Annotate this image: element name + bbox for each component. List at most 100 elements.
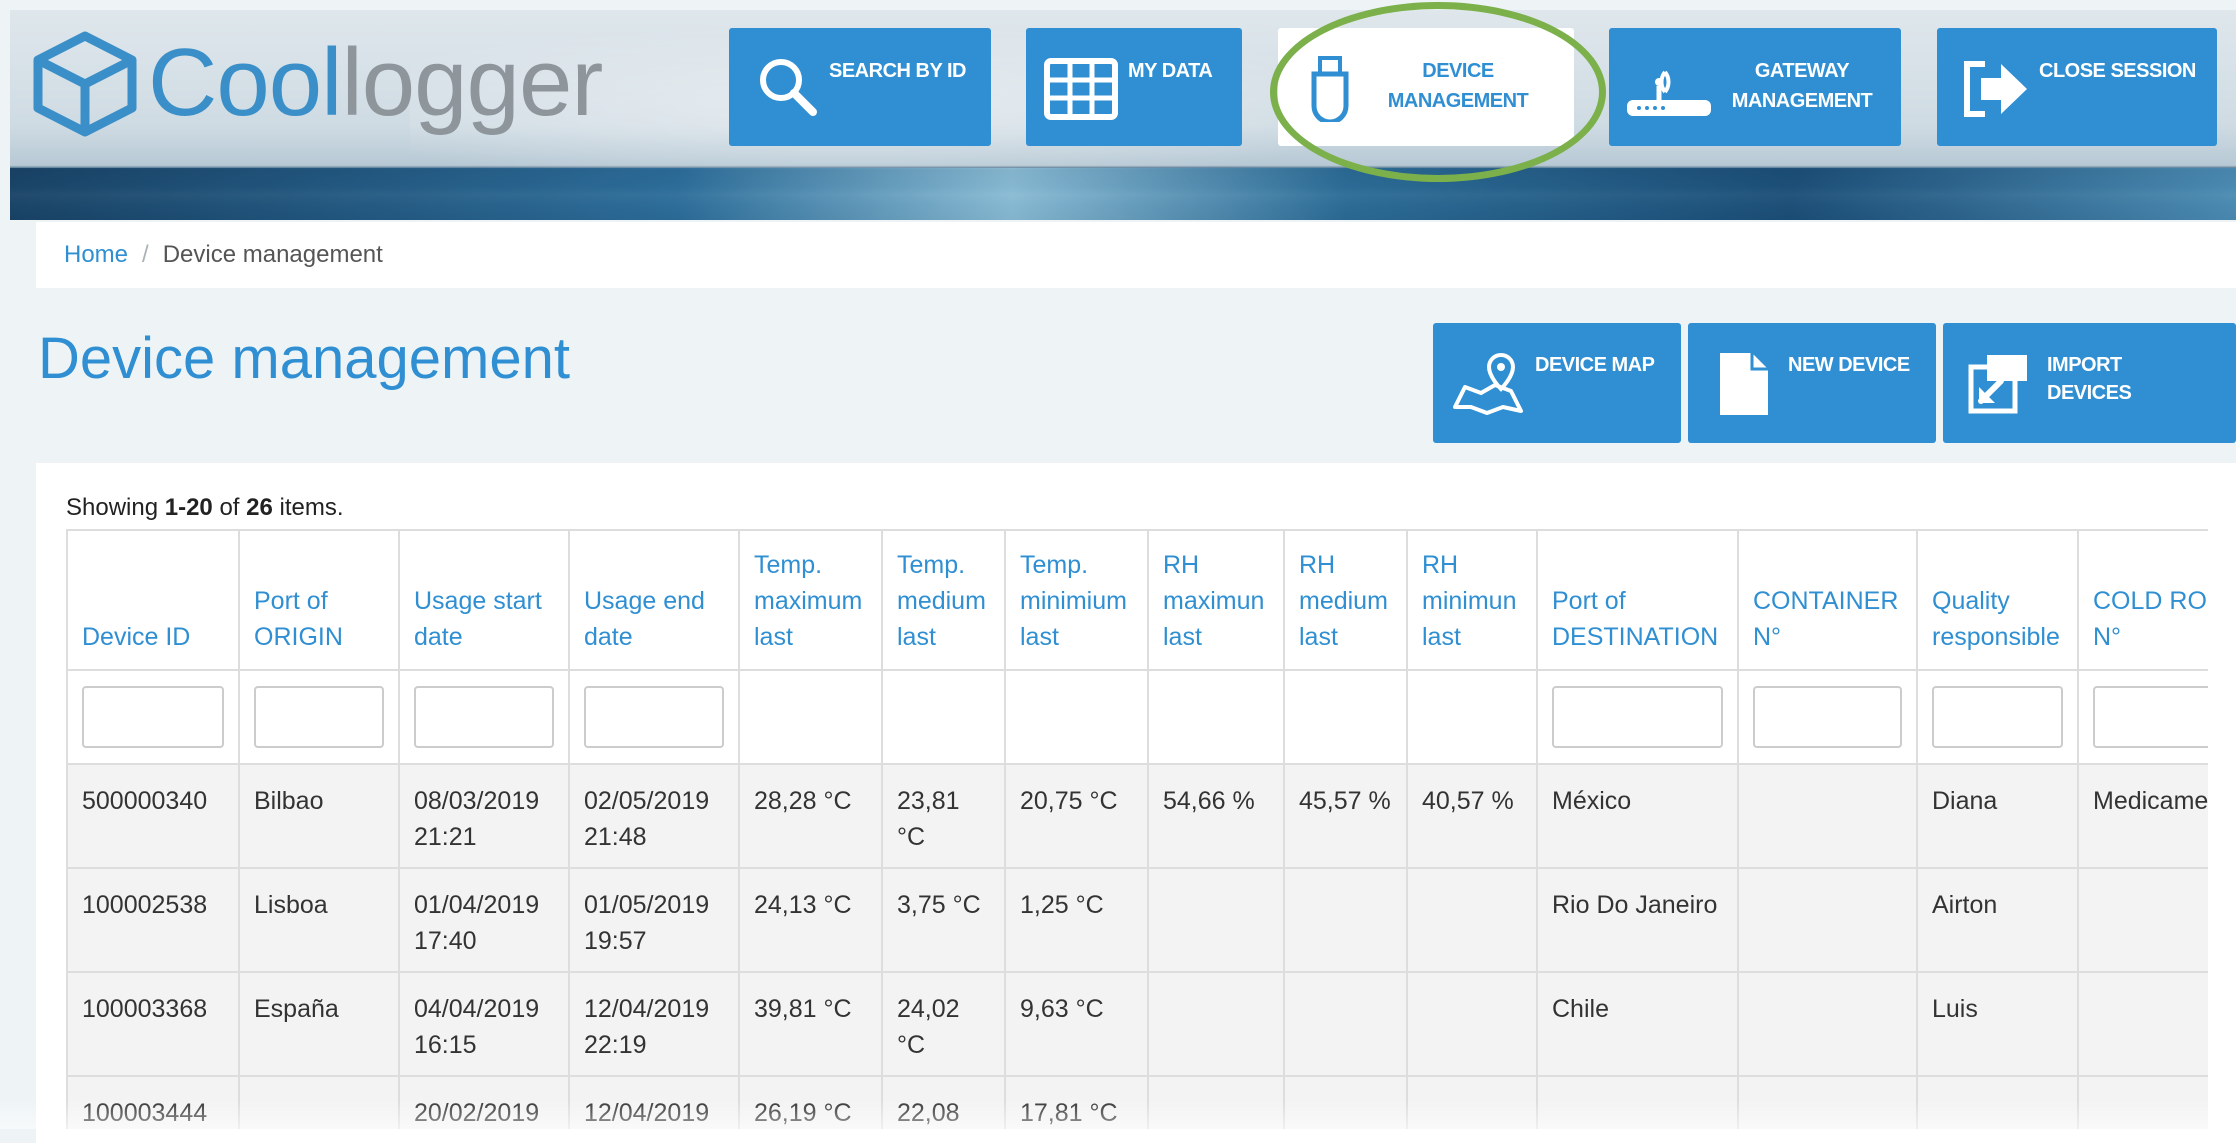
column-filter-input[interactable] bbox=[584, 686, 724, 748]
import-icon bbox=[1968, 355, 2027, 414]
column-header-line: last bbox=[1422, 623, 1461, 651]
nav-search-by-id-button[interactable]: SEARCH BY ID bbox=[729, 28, 991, 146]
filter-cell bbox=[1283, 669, 1408, 765]
column-header[interactable]: Usage end date bbox=[568, 529, 740, 671]
banner-sea-strip bbox=[10, 168, 2236, 220]
filter-cell bbox=[1004, 669, 1149, 765]
table-cell: 23,81 °C bbox=[881, 763, 1006, 869]
table-cell: 3,75 °C bbox=[881, 867, 1006, 973]
import-devices-line1: IMPORT bbox=[2047, 354, 2122, 376]
column-header-line: Quality bbox=[1932, 587, 2010, 615]
column-header[interactable]: CONTAINER N° bbox=[1737, 529, 1918, 671]
breadcrumb-home-link[interactable]: Home bbox=[64, 241, 128, 269]
cell-line: 54,66 % bbox=[1163, 787, 1255, 815]
filter-cell bbox=[738, 669, 883, 765]
table-body: 500000340 Bilbao 08/03/2019 21:21 02/05/2019… bbox=[66, 763, 2208, 1129]
column-filter-input[interactable] bbox=[414, 686, 554, 748]
table-cell: 08/03/2019 21:21 bbox=[398, 763, 570, 869]
column-filter-input[interactable] bbox=[82, 686, 224, 748]
import-devices-line2: DEVICES bbox=[2047, 382, 2132, 404]
table-cell: México bbox=[1536, 763, 1739, 869]
column-header[interactable]: COLD ROOM N° bbox=[2077, 529, 2208, 671]
nav-my-data-button[interactable]: MY DATA bbox=[1026, 28, 1242, 146]
column-header-line: last bbox=[897, 623, 936, 651]
import-devices-button[interactable]: IMPORT DEVICES bbox=[1943, 323, 2236, 443]
new-device-label: NEW DEVICE bbox=[1788, 354, 1910, 376]
column-filter-input[interactable] bbox=[1753, 686, 1902, 748]
cell-line: 39,81 °C bbox=[754, 995, 852, 1023]
cell-line: 23,81 bbox=[897, 787, 960, 815]
column-header[interactable]: Port of DESTINATION bbox=[1536, 529, 1739, 671]
table-cell bbox=[1737, 763, 1918, 869]
cell-line: 24,13 °C bbox=[754, 891, 852, 919]
column-header[interactable]: Temp. minimium last bbox=[1004, 529, 1149, 671]
device-table-wrapper[interactable]: Device ID Port of ORIGIN Usage start date Usa… bbox=[66, 529, 2208, 1129]
table-row[interactable]: 500000340 Bilbao 08/03/2019 21:21 02/05/2019… bbox=[66, 763, 2208, 869]
column-header-line: N° bbox=[1753, 623, 1782, 651]
cell-line: Rio Do Janeiro bbox=[1552, 891, 1718, 919]
column-header[interactable]: Device ID bbox=[66, 529, 240, 671]
column-filter-input[interactable] bbox=[1552, 686, 1723, 748]
column-header[interactable]: Usage start date bbox=[398, 529, 570, 671]
table-cell bbox=[1406, 971, 1538, 1077]
cell-line: 21:48 bbox=[584, 823, 647, 851]
coollogger-logo[interactable]: Coollogger bbox=[26, 28, 603, 138]
column-header[interactable]: Port of ORIGIN bbox=[238, 529, 400, 671]
cell-line: Medicamentos bbox=[2093, 787, 2208, 815]
column-filter-input[interactable] bbox=[254, 686, 384, 748]
table-row[interactable]: 100003368 España 04/04/2019 16:15 12/04/2019… bbox=[66, 971, 2208, 1077]
table-cell bbox=[1737, 971, 1918, 1077]
column-header-line: minimun bbox=[1422, 587, 1517, 615]
column-filter-input[interactable] bbox=[2093, 686, 2208, 748]
table-cell: 01/04/2019 17:40 bbox=[398, 867, 570, 973]
table-cell: Medicamentos bbox=[2077, 763, 2208, 869]
device-map-button[interactable]: DEVICE MAP bbox=[1433, 323, 1681, 443]
cell-line: °C bbox=[897, 823, 926, 851]
column-header-line: last bbox=[754, 623, 793, 651]
column-header[interactable]: RH medium last bbox=[1283, 529, 1408, 671]
table-cell: 02/05/2019 21:48 bbox=[568, 763, 740, 869]
table-row[interactable]: 100002538 Lisboa 01/04/2019 17:40 01/05/2019… bbox=[66, 867, 2208, 973]
column-filter-input[interactable] bbox=[1932, 686, 2063, 748]
cell-line: 04/04/2019 bbox=[414, 995, 540, 1023]
cell-line: Bilbao bbox=[254, 787, 324, 815]
table-cell: 12/04/2019 22:19 bbox=[568, 971, 740, 1077]
table-cell: 100002538 bbox=[66, 867, 240, 973]
grid-icon bbox=[1044, 58, 1118, 120]
summary-range: 1-20 bbox=[164, 494, 213, 521]
table-cell bbox=[1283, 971, 1408, 1077]
table-cell: 01/05/2019 19:57 bbox=[568, 867, 740, 973]
table-cell: 24,02 °C bbox=[881, 971, 1006, 1077]
page-title: Device management bbox=[38, 326, 570, 391]
table-header-row: Device ID Port of ORIGIN Usage start date Usa… bbox=[66, 529, 2208, 671]
document-icon bbox=[1720, 353, 1768, 415]
table-cell: 20,75 °C bbox=[1004, 763, 1149, 869]
column-header[interactable]: RH maximun last bbox=[1147, 529, 1285, 671]
column-header[interactable]: RH minimun last bbox=[1406, 529, 1538, 671]
cell-line: 16:15 bbox=[414, 1031, 477, 1059]
column-header-line: date bbox=[414, 623, 463, 651]
table-cell: 40,57 % bbox=[1406, 763, 1538, 869]
table-cell: 45,57 % bbox=[1283, 763, 1408, 869]
column-header[interactable]: Quality responsible bbox=[1916, 529, 2079, 671]
cell-line: Lisboa bbox=[254, 891, 328, 919]
cell-line: °C bbox=[897, 1031, 926, 1059]
nav-gateway-management-button[interactable]: GATEWAY MANAGEMENT bbox=[1609, 28, 1901, 146]
column-header[interactable]: Temp. maximum last bbox=[738, 529, 883, 671]
logout-icon bbox=[1964, 61, 2027, 117]
nav-close-session-label: CLOSE SESSION bbox=[2039, 60, 2196, 82]
column-header-line: Temp. bbox=[897, 551, 966, 579]
table-cell bbox=[1406, 867, 1538, 973]
table-cell: 54,66 % bbox=[1147, 763, 1285, 869]
cell-line: 24,02 bbox=[897, 995, 960, 1023]
logo-text-cool: Cool bbox=[148, 29, 342, 136]
breadcrumb: Home / Device management bbox=[36, 222, 2236, 288]
cell-line: Airton bbox=[1932, 891, 1998, 919]
nav-close-session-button[interactable]: CLOSE SESSION bbox=[1937, 28, 2217, 146]
table-cell: Rio Do Janeiro bbox=[1536, 867, 1739, 973]
table-cell: 100003368 bbox=[66, 971, 240, 1077]
column-header-line: last bbox=[1299, 623, 1338, 651]
column-header[interactable]: Temp. medium last bbox=[881, 529, 1006, 671]
new-device-button[interactable]: NEW DEVICE bbox=[1688, 323, 1936, 443]
summary-total: 26 bbox=[246, 494, 273, 521]
